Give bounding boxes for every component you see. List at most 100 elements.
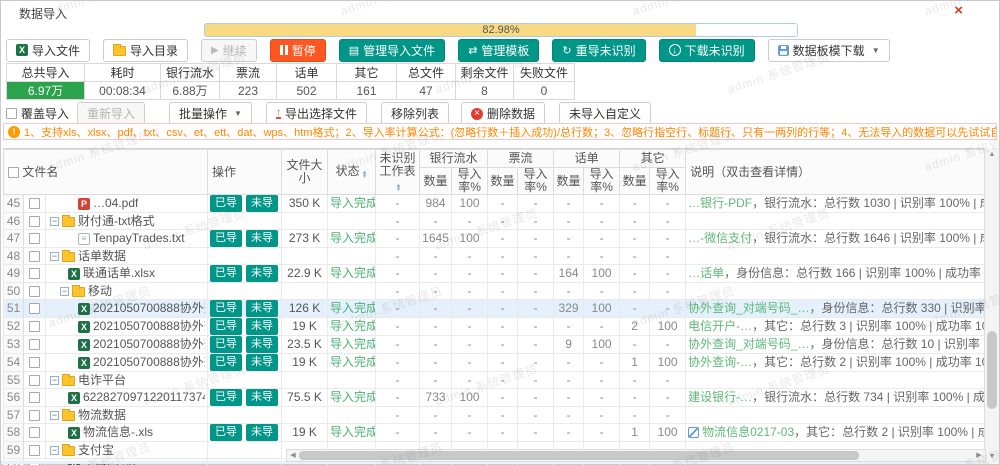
description-cell[interactable]: 物流信息0217-03，其它：总行数 2 | 识别率 100% | 成功率 10… — [686, 424, 986, 442]
close-icon[interactable]: × — [954, 3, 963, 18]
row-checkbox[interactable] — [29, 268, 40, 279]
manage-import-files-button[interactable]: ▤ 管理导入文件 — [339, 39, 445, 62]
not-imported-button[interactable]: 未导 — [246, 230, 278, 247]
select-all-checkbox[interactable] — [8, 167, 19, 178]
row-checkbox[interactable] — [29, 286, 40, 297]
file-name-cell[interactable]: X2021050700888协外查询-(20210507 — [46, 318, 208, 336]
file-row[interactable]: 53X2021050700888协外查询-(20210507已导未导23.5 K… — [4, 336, 987, 354]
description-cell[interactable]: 协外查询_对端号码_…，身份信息：总行数 10 | 识别率 100% | 成功率… — [686, 336, 986, 354]
file-name-cell[interactable]: ≡TenpayTrades.txt — [46, 230, 208, 248]
collapse-icon[interactable]: − — [50, 376, 59, 385]
export-selected-files-button[interactable]: ↑ 导出选择文件 — [266, 102, 367, 125]
not-imported-button[interactable]: 未导 — [246, 265, 278, 282]
description-cell[interactable]: 电信开户-…，其它：总行数 3 | 识别率 100% | 成功率 100% — [686, 318, 986, 336]
horizontal-scrollbar[interactable]: ◀ ▶ — [286, 449, 986, 462]
file-row[interactable]: 58X物流信息-.xls已导未导19 K导入完成-------1100物流信息0… — [4, 424, 987, 442]
description-cell[interactable]: …银行-PDF，银行流水：总行数 1030 | 识别率 100% | 成功率 1… — [686, 195, 986, 213]
import-directory-button[interactable]: 导入目录 — [103, 39, 188, 62]
resume-button[interactable]: ▶ 继续 — [201, 39, 257, 62]
file-name-cell[interactable]: X2021050700888协外查询-(20210507 — [46, 300, 208, 318]
description-cell[interactable] — [686, 407, 986, 424]
file-name-cell[interactable]: X2021050700888协外查询-(20210507 — [46, 336, 208, 354]
column-unrecognized-sheet[interactable]: 未识别工作表▲▼ — [376, 150, 420, 195]
row-checkbox[interactable] — [29, 339, 40, 350]
scroll-down-icon[interactable]: ▼ — [985, 451, 999, 463]
vertical-scroll-thumb[interactable] — [987, 331, 997, 409]
imported-button[interactable]: 已导 — [210, 424, 242, 441]
scroll-left-icon[interactable]: ◀ — [287, 450, 299, 461]
row-checkbox[interactable] — [29, 392, 40, 403]
delete-data-button[interactable]: × 删除数据 — [461, 102, 545, 125]
folder-row[interactable]: 57−物流数据--------- — [4, 407, 987, 424]
not-imported-button[interactable]: 未导 — [246, 300, 278, 317]
edit-icon[interactable] — [688, 427, 699, 438]
reimport-unrecognized-button[interactable]: ↻ 重导未识别 — [552, 39, 645, 62]
file-name-cell[interactable]: −支付宝 — [46, 442, 208, 459]
description-cell[interactable]: 协外查询-…，其它：总行数 2 | 识别率 100% | 成功率 100% — [686, 354, 986, 372]
imported-button[interactable]: 已导 — [210, 195, 242, 212]
row-checkbox[interactable] — [29, 303, 40, 314]
not-imported-custom-button[interactable]: 未导入自定义 — [559, 102, 651, 125]
imported-button[interactable]: 已导 — [210, 318, 242, 335]
folder-row[interactable]: 48−话单数据--------- — [4, 248, 987, 265]
not-imported-button[interactable]: 未导 — [246, 318, 278, 335]
row-checkbox[interactable] — [29, 445, 40, 456]
pause-button[interactable]: 暂停 — [270, 39, 326, 62]
folder-row[interactable]: 50−移动--------- — [4, 283, 987, 300]
row-checkbox[interactable] — [29, 357, 40, 368]
folder-row[interactable]: 46−财付通-txt格式--------- — [4, 213, 987, 230]
not-imported-button[interactable]: 未导 — [246, 195, 278, 212]
imported-button[interactable]: 已导 — [210, 265, 242, 282]
not-imported-button[interactable]: 未导 — [246, 354, 278, 371]
description-cell[interactable] — [686, 283, 986, 300]
file-row[interactable]: 52X2021050700888协外查询-(20210507已导未导19 K导入… — [4, 318, 987, 336]
row-checkbox[interactable] — [29, 216, 40, 227]
imported-button[interactable]: 已导 — [210, 336, 242, 353]
file-name-cell[interactable]: X联通话单.xlsx — [46, 265, 208, 283]
imported-button[interactable]: 已导 — [210, 389, 242, 406]
file-name-cell[interactable]: −移动 — [46, 283, 208, 300]
file-row[interactable]: 51X2021050700888协外查询-(20210507已导未导126 K导… — [4, 300, 987, 318]
description-cell[interactable] — [686, 248, 986, 265]
overwrite-import-checkbox[interactable] — [6, 108, 17, 119]
data-template-download-button[interactable]: 数据板模下载 ▼ — [768, 39, 890, 62]
row-checkbox[interactable] — [29, 233, 40, 244]
file-name-cell[interactable]: −电诈平台 — [46, 372, 208, 389]
collapse-icon[interactable]: − — [50, 217, 59, 226]
not-imported-button[interactable]: 未导 — [246, 336, 278, 353]
file-row[interactable]: 49X联通话单.xlsx已导未导22.9 K导入完成-----164100--…… — [4, 265, 987, 283]
reimport-button[interactable]: 重新导入 — [77, 102, 145, 125]
import-file-button[interactable]: X 导入文件 — [6, 39, 90, 62]
description-cell[interactable]: …话单，身份信息：总行数 166 | 识别率 100% | 成功率 100% — [686, 265, 986, 283]
manage-template-button[interactable]: ⇄ 管理模板 — [458, 39, 539, 62]
file-row[interactable]: 56X6228270971220117374.xlsx已导未导75.5 K导入完… — [4, 389, 987, 407]
collapse-icon[interactable]: − — [50, 446, 59, 455]
file-name-cell[interactable]: −话单数据 — [46, 248, 208, 265]
sort-icon[interactable]: ▲▼ — [396, 184, 402, 192]
imported-button[interactable]: 已导 — [210, 354, 242, 371]
description-cell[interactable]: …-微信支付，银行流水：总行数 1646 | 识别率 100% | 成功率 10… — [686, 230, 986, 248]
description-cell[interactable] — [686, 213, 986, 230]
batch-operations-button[interactable]: 批量操作 ▼ — [169, 102, 252, 125]
file-row[interactable]: 54X2021050700888协外查询-(20210507已导未导19 K导入… — [4, 354, 987, 372]
column-status[interactable]: 状态▲▼ — [328, 150, 376, 195]
row-checkbox[interactable] — [29, 251, 40, 262]
file-name-cell[interactable]: P…04.pdf — [46, 195, 208, 213]
description-cell[interactable] — [686, 372, 986, 389]
scroll-right-icon[interactable]: ▶ — [973, 450, 985, 461]
row-checkbox[interactable] — [29, 410, 40, 421]
folder-row[interactable]: 55−电诈平台--------- — [4, 372, 987, 389]
file-name-cell[interactable]: −物流数据 — [46, 407, 208, 424]
scroll-up-icon[interactable]: ▲ — [985, 149, 999, 161]
row-checkbox[interactable] — [29, 198, 40, 209]
file-row[interactable]: 45P…04.pdf已导未导350 K导入完成-984100------…银行-… — [4, 195, 987, 213]
collapse-icon[interactable]: − — [60, 287, 69, 296]
imported-button[interactable]: 已导 — [210, 300, 242, 317]
row-checkbox[interactable] — [29, 427, 40, 438]
imported-button[interactable]: 已导 — [210, 230, 242, 247]
collapse-icon[interactable]: − — [50, 252, 59, 261]
not-imported-button[interactable]: 未导 — [246, 389, 278, 406]
not-imported-button[interactable]: 未导 — [246, 424, 278, 441]
collapse-icon[interactable]: − — [50, 411, 59, 420]
file-name-cell[interactable]: −财付通-txt格式 — [46, 213, 208, 230]
